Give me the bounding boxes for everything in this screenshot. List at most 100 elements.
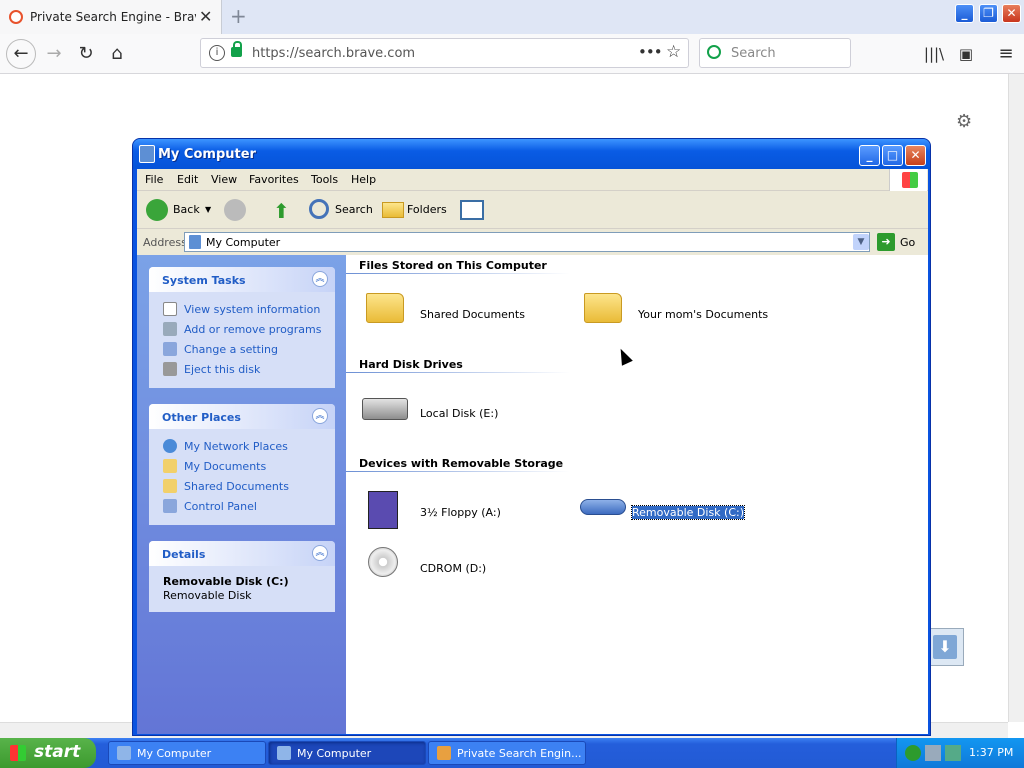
divider: [346, 471, 626, 472]
details-panel: Details ︽ Removable Disk (C:) Removable …: [149, 541, 335, 612]
menu-help[interactable]: Help: [351, 173, 376, 186]
system-tasks-panel: System Tasks ︽ View system information A…: [149, 267, 335, 388]
vertical-scrollbar[interactable]: [1008, 74, 1024, 722]
settings-gear-icon[interactable]: ⚙: [956, 111, 972, 132]
network-icon[interactable]: [905, 745, 921, 761]
collapse-icon[interactable]: ︽: [312, 545, 328, 561]
menu-favorites[interactable]: Favorites: [249, 173, 299, 186]
close-tab-icon[interactable]: ✕: [199, 7, 212, 26]
panel-title: Details: [162, 548, 206, 561]
panel-header[interactable]: System Tasks ︽: [149, 267, 335, 292]
volume-icon[interactable]: [945, 745, 961, 761]
back-button[interactable]: Back: [173, 203, 200, 216]
window-title-bar[interactable]: My Computer _ □ ✕: [133, 139, 930, 169]
browser-nav-bar: ← → ↻ ⌂ i https://search.brave.com ••• ☆…: [0, 34, 1024, 74]
close-window-icon[interactable]: ✕: [1002, 4, 1021, 23]
chevron-down-icon[interactable]: ▼: [853, 234, 869, 250]
new-tab-icon[interactable]: +: [230, 4, 247, 28]
folder-icon: [584, 293, 622, 323]
maximize-icon[interactable]: □: [882, 145, 903, 166]
search-button[interactable]: Search: [335, 203, 373, 216]
removable-disk-icon: [580, 499, 626, 515]
library-icon[interactable]: |||\: [920, 43, 948, 65]
forward-icon[interactable]: [224, 199, 246, 221]
start-label: start: [34, 742, 81, 762]
folders-icon[interactable]: [382, 202, 404, 218]
menu-view[interactable]: View: [211, 173, 237, 186]
home-icon[interactable]: ⌂: [103, 43, 131, 65]
task-button[interactable]: Private Search Engin...: [428, 741, 586, 765]
address-label: Address: [143, 236, 187, 249]
menu-file[interactable]: File: [145, 173, 163, 186]
search-engine-icon: [707, 45, 721, 59]
bookmark-star-icon[interactable]: ☆: [666, 42, 681, 62]
menu-tools[interactable]: Tools: [311, 173, 338, 186]
minimize-icon[interactable]: _: [955, 4, 974, 23]
my-computer-window: My Computer _ □ ✕ File Edit View Favorit…: [132, 138, 931, 736]
panel-title: System Tasks: [162, 274, 246, 287]
folders-button[interactable]: Folders: [407, 203, 447, 216]
taskbar: start My Computer My Computer Private Se…: [0, 738, 1024, 768]
views-icon[interactable]: [460, 200, 484, 220]
windows-logo-icon: [10, 745, 26, 761]
url-text: https://search.brave.com: [252, 46, 416, 61]
system-tray: 1:37 PM: [896, 738, 1024, 768]
task-pane: System Tasks ︽ View system information A…: [137, 255, 346, 734]
details-type: Removable Disk: [163, 589, 252, 602]
browser-tab[interactable]: Private Search Engine - Brave Se ✕: [0, 0, 222, 34]
back-arrow-icon[interactable]: ←: [6, 39, 36, 69]
sidebar-icon[interactable]: ▣: [952, 43, 980, 65]
info-icon[interactable]: i: [209, 45, 225, 61]
task-button[interactable]: My Computer: [268, 741, 426, 765]
panel-header[interactable]: Details ︽: [149, 541, 335, 566]
details-name: Removable Disk (C:): [163, 575, 289, 588]
divider: [346, 372, 626, 373]
reload-icon[interactable]: ↻: [72, 43, 100, 65]
go-button[interactable]: Go: [900, 236, 915, 249]
content-pane: Files Stored on This Computer Shared Doc…: [346, 255, 928, 734]
panel-title: Other Places: [162, 411, 241, 424]
url-bar[interactable]: i https://search.brave.com ••• ☆: [200, 38, 689, 68]
collapse-icon[interactable]: ︽: [312, 408, 328, 424]
display-icon[interactable]: [925, 745, 941, 761]
minimize-icon[interactable]: _: [859, 145, 880, 166]
window-title: My Computer: [158, 147, 256, 162]
tab-title: Private Search Engine - Brave Se: [30, 10, 196, 24]
search-icon[interactable]: [309, 199, 329, 219]
address-value: My Computer: [206, 236, 281, 249]
address-field[interactable]: My Computer ▼: [184, 232, 870, 252]
browser-tab-bar: Private Search Engine - Brave Se ✕ + _ ❐…: [0, 0, 1024, 34]
task-button[interactable]: My Computer: [108, 741, 266, 765]
menu-bar: File Edit View Favorites Tools Help: [137, 169, 928, 191]
collapse-icon[interactable]: ︽: [312, 271, 328, 287]
computer-icon: [117, 746, 131, 760]
windows-flag-icon: [889, 169, 927, 191]
divider: [346, 273, 626, 274]
back-icon[interactable]: [146, 199, 168, 221]
hard-disk-icon: [362, 398, 408, 420]
download-button[interactable]: ⬇: [926, 628, 964, 666]
search-bar[interactable]: Search: [699, 38, 851, 68]
page-actions-icon[interactable]: •••: [638, 43, 663, 61]
computer-icon: [189, 235, 201, 249]
brave-favicon-icon: [9, 10, 23, 24]
go-arrow-icon[interactable]: ➜: [877, 233, 895, 251]
cd-icon: [368, 547, 398, 577]
menu-edit[interactable]: Edit: [177, 173, 198, 186]
back-dropdown-icon[interactable]: ▼: [205, 205, 211, 214]
restore-icon[interactable]: ❐: [979, 4, 998, 23]
computer-icon: [139, 145, 155, 163]
close-icon[interactable]: ✕: [905, 145, 926, 166]
clock[interactable]: 1:37 PM: [969, 746, 1013, 759]
group-header: Hard Disk Drives: [359, 358, 463, 371]
start-button[interactable]: start: [0, 738, 96, 768]
toolbar: Back ▼ ⬆ Search Folders: [137, 191, 928, 229]
forward-arrow-icon[interactable]: →: [40, 43, 68, 65]
group-header: Files Stored on This Computer: [359, 259, 547, 272]
panel-header[interactable]: Other Places ︽: [149, 404, 335, 429]
menu-icon[interactable]: ≡: [992, 43, 1020, 65]
folder-icon: [366, 293, 404, 323]
up-folder-icon[interactable]: ⬆: [273, 199, 290, 223]
down-arrow-icon: ⬇: [933, 635, 957, 659]
computer-icon: [277, 746, 291, 760]
